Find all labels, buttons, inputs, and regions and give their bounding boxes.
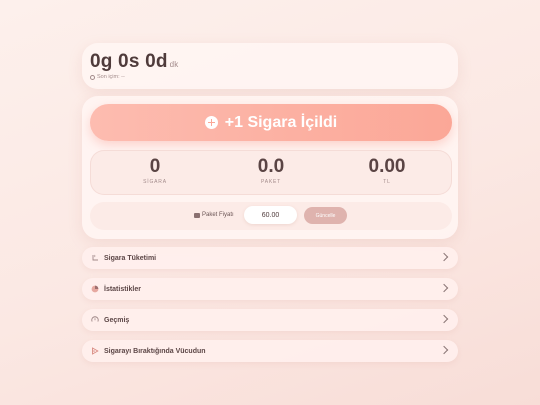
stat-cost-label: TL <box>383 179 391 185</box>
clock-icon <box>90 74 95 80</box>
section-label: Sigara Tüketimi <box>104 254 157 262</box>
stats-panel: 0 SİGARA 0.0 PAKET 0.00 TL <box>90 150 452 195</box>
section-label: Sigarayı Bıraktığında Vücudun <box>104 347 206 355</box>
section-history[interactable]: Geçmiş <box>82 309 458 331</box>
stat-cost-value: 0.00 <box>368 156 406 177</box>
body-icon <box>92 347 99 355</box>
chevron-right-icon <box>439 252 449 262</box>
pack-price-panel: Paket Fiyatı Güncelle <box>90 202 452 230</box>
plus-icon <box>204 116 218 129</box>
stat-cigarettes: 0 SİGARA <box>105 156 205 185</box>
section-label: İstatistikler <box>104 285 141 293</box>
last-smoked-text: Son içim: -- <box>97 74 125 80</box>
stat-packs: 0.0 PAKET <box>221 156 321 185</box>
history-icon <box>91 316 99 322</box>
chevron-right-icon <box>439 345 449 355</box>
stat-packs-value: 0.0 <box>257 156 285 177</box>
pack-price-label-text: Paket Fiyatı <box>202 212 234 218</box>
section-cigarette-consumption[interactable]: Sigara Tüketimi <box>82 247 458 269</box>
stat-cigarettes-label: SİGARA <box>143 179 167 185</box>
timer-card: 0g 0s 0d dk Son içim: -- <box>82 43 458 89</box>
elapsed-timer: 0g 0s 0d dk <box>90 51 179 73</box>
cigarette-icon <box>92 254 98 261</box>
main-card: +1 Sigara İçildi 0 SİGARA 0.0 PAKET 0.00… <box>82 96 458 239</box>
section-statistics[interactable]: İstatistikler <box>82 278 458 300</box>
pack-price-label: Paket Fiyatı <box>194 212 234 218</box>
wallet-icon <box>194 212 200 218</box>
elapsed-time-unit: dk <box>169 60 179 69</box>
add-cigarette-label: +1 Sigara İçildi <box>224 113 338 131</box>
section-body-recovery[interactable]: Sigarayı Bıraktığında Vücudun <box>82 340 458 362</box>
stat-packs-label: PAKET <box>260 179 282 185</box>
pack-price-input[interactable] <box>244 206 297 224</box>
stat-cigarettes-value: 0 <box>149 156 161 177</box>
chevron-right-icon <box>439 283 449 293</box>
elapsed-time-value: 0g 0s 0d <box>90 51 168 72</box>
pie-chart-icon <box>91 285 99 293</box>
last-smoked-info: Son içim: -- <box>90 74 125 80</box>
chevron-right-icon <box>439 314 449 324</box>
stat-cost: 0.00 TL <box>337 156 437 185</box>
add-cigarette-button[interactable]: +1 Sigara İçildi <box>90 104 452 141</box>
update-price-button[interactable]: Güncelle <box>304 207 347 224</box>
section-label: Geçmiş <box>104 316 130 324</box>
